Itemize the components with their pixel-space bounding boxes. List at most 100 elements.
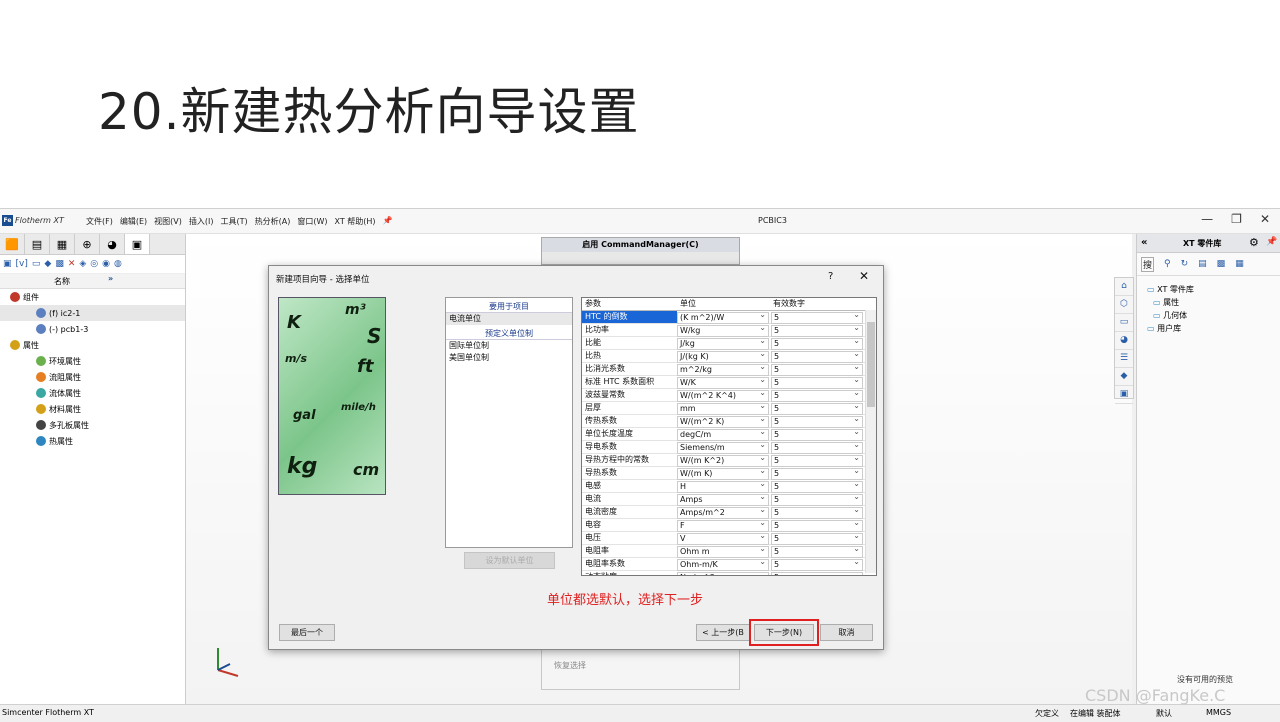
digits-select[interactable]: 5 — [771, 427, 863, 441]
digits-select[interactable]: 5 — [771, 544, 863, 558]
search-tab[interactable]: 搜 — [1141, 256, 1155, 272]
menu-tools[interactable]: 工具(T) — [220, 216, 247, 227]
unit-select[interactable]: W/(m^2 K) — [677, 416, 769, 428]
appearance-icon[interactable]: ◕ — [1115, 332, 1133, 350]
column-header-unit[interactable]: 单位 — [677, 298, 770, 310]
library-tree-item[interactable]: ▭ 属性 — [1137, 297, 1280, 310]
list-item-si-units[interactable]: 国际单位制 — [446, 340, 572, 352]
tab-dim-xpert[interactable]: ⊕ — [75, 234, 100, 254]
table-row[interactable]: 比热 J/(kg K)5 — [582, 349, 876, 363]
table-row[interactable]: 导电系数 Siemens/m5 — [582, 440, 876, 454]
pin-icon[interactable]: 📌 — [1266, 237, 1277, 247]
tree-item[interactable]: 组件 — [0, 289, 185, 305]
digits-select[interactable]: 5 — [771, 505, 863, 519]
next-button[interactable]: 下一步(N) — [749, 619, 819, 646]
digits-select[interactable]: 5 — [771, 336, 863, 350]
table-row[interactable]: 电流 Amps5 — [582, 492, 876, 506]
digits-select[interactable]: 5 — [771, 531, 863, 545]
unit-select[interactable]: W/(m^2 K^4) — [677, 390, 769, 402]
tool-icon-2[interactable]: [v] — [16, 259, 28, 269]
tab-display-manager[interactable]: ◕ — [100, 234, 125, 254]
status-config[interactable]: 默认 — [1156, 708, 1172, 719]
menu-window[interactable]: 窗口(W) — [297, 216, 327, 227]
library-icon[interactable]: ◆ — [1115, 368, 1133, 386]
tab-flotherm[interactable]: ▣ — [125, 234, 150, 254]
help-button[interactable]: ? — [828, 271, 833, 282]
table-row[interactable]: 导热系数 W/(m K)5 — [582, 466, 876, 480]
tree-item[interactable]: 流体属性 — [0, 385, 185, 401]
digits-select[interactable]: 5 — [771, 401, 863, 415]
table-row[interactable]: 传热系数 W/(m^2 K)5 — [582, 414, 876, 428]
digits-select[interactable]: 5 — [771, 479, 863, 493]
library-tree-item[interactable]: ▭ 几何体 — [1137, 310, 1280, 323]
close-icon[interactable]: ✕ — [859, 269, 869, 283]
tab-config-manager[interactable]: ▦ — [50, 234, 75, 254]
import-icon[interactable]: ▤ — [1198, 259, 1207, 269]
gear-icon[interactable]: ⚙ — [1249, 236, 1259, 249]
last-button[interactable]: 最后一个 — [279, 624, 335, 641]
tree-item[interactable]: (f) ic2-1 — [0, 305, 185, 321]
unit-select[interactable]: Ohm-m/K — [677, 559, 769, 571]
menu-view[interactable]: 视图(V) — [154, 216, 182, 227]
digits-select[interactable]: 5 — [771, 557, 863, 571]
set-default-units-button[interactable]: 设为默认单位 — [464, 552, 555, 569]
chip-icon[interactable]: ▩ — [1217, 259, 1226, 269]
menu-help[interactable]: XT 帮助(H) — [334, 216, 375, 227]
table-row[interactable]: 比功率 W/kg5 — [582, 323, 876, 337]
table-row[interactable]: 电流密度 Amps/m^25 — [582, 505, 876, 519]
table-row[interactable]: 电压 V5 — [582, 531, 876, 545]
digits-select[interactable]: 5 — [771, 414, 863, 428]
unit-select[interactable]: V — [677, 533, 769, 545]
folder-icon[interactable]: ▭ — [1115, 314, 1133, 332]
tool-icon-3[interactable]: ▭ — [32, 259, 41, 269]
table-row[interactable]: 电容 F5 — [582, 518, 876, 532]
table-row[interactable]: 电阻率系数 Ohm-m/K5 — [582, 557, 876, 571]
digits-select[interactable]: 5 — [771, 466, 863, 480]
delete-icon[interactable]: ✕ — [68, 259, 76, 269]
parts-icon[interactable]: ⬡ — [1115, 296, 1133, 314]
unit-select[interactable]: N s/m^2 — [677, 572, 769, 575]
unit-select[interactable]: Ohm m — [677, 546, 769, 558]
digits-select[interactable]: 5 — [771, 375, 863, 389]
table-row[interactable]: 电感 H5 — [582, 479, 876, 493]
tree-item[interactable]: (-) pcb1-3 — [0, 321, 185, 337]
tool-icon-8[interactable]: ◉ — [102, 259, 110, 269]
tab-feature-manager[interactable]: 🟧 — [0, 234, 25, 254]
tree-item[interactable]: 材料属性 — [0, 401, 185, 417]
digits-select[interactable]: 5 — [771, 453, 863, 467]
digits-select[interactable]: 5 — [771, 492, 863, 506]
unit-select[interactable]: (K m^2)/W — [677, 312, 769, 324]
unit-select[interactable]: W/K — [677, 377, 769, 389]
tool-icon-1[interactable]: ▣ — [3, 259, 12, 269]
table-row[interactable]: 层厚 mm5 — [582, 401, 876, 415]
tool-icon-6[interactable]: ◈ — [79, 259, 86, 269]
tree-item[interactable]: 热属性 — [0, 433, 185, 449]
tool-icon-7[interactable]: ◎ — [90, 259, 98, 269]
restore-selection-item[interactable]: 恢复选择 — [554, 660, 586, 671]
status-units[interactable]: MMGS — [1206, 708, 1231, 717]
unit-select[interactable]: Siemens/m — [677, 442, 769, 454]
search-icon[interactable]: ⚲ — [1164, 259, 1171, 269]
unit-select[interactable]: W/(m K) — [677, 468, 769, 480]
table-row[interactable]: HTC 的倒数(K m^2)/W5 — [582, 310, 876, 324]
digits-select[interactable]: 5 — [771, 323, 863, 337]
unit-select[interactable]: Amps — [677, 494, 769, 506]
expand-arrow-icon[interactable]: » — [108, 274, 113, 283]
digits-select[interactable]: 5 — [771, 570, 863, 575]
digits-select[interactable]: 5 — [771, 518, 863, 532]
tree-item[interactable]: 属性 — [0, 337, 185, 353]
list-item-us-units[interactable]: 美国单位制 — [446, 352, 572, 364]
grid-icon[interactable]: ▦ — [1235, 259, 1244, 269]
grid-scrollbar[interactable] — [865, 310, 876, 573]
unit-select[interactable]: J/kg — [677, 338, 769, 350]
table-row[interactable]: 标准 HTC 系数面积 W/K5 — [582, 375, 876, 389]
tree-item[interactable]: 环境属性 — [0, 353, 185, 369]
cancel-button[interactable]: 取消 — [820, 624, 873, 641]
pin-icon[interactable]: 📌 — [383, 216, 393, 227]
unit-select[interactable]: F — [677, 520, 769, 532]
unit-select[interactable]: m^2/kg — [677, 364, 769, 376]
unit-select[interactable]: Amps/m^2 — [677, 507, 769, 519]
digits-select[interactable]: 5 — [771, 349, 863, 363]
tool-icon-9[interactable]: ◍ — [114, 259, 122, 269]
digits-select[interactable]: 5 — [771, 388, 863, 402]
